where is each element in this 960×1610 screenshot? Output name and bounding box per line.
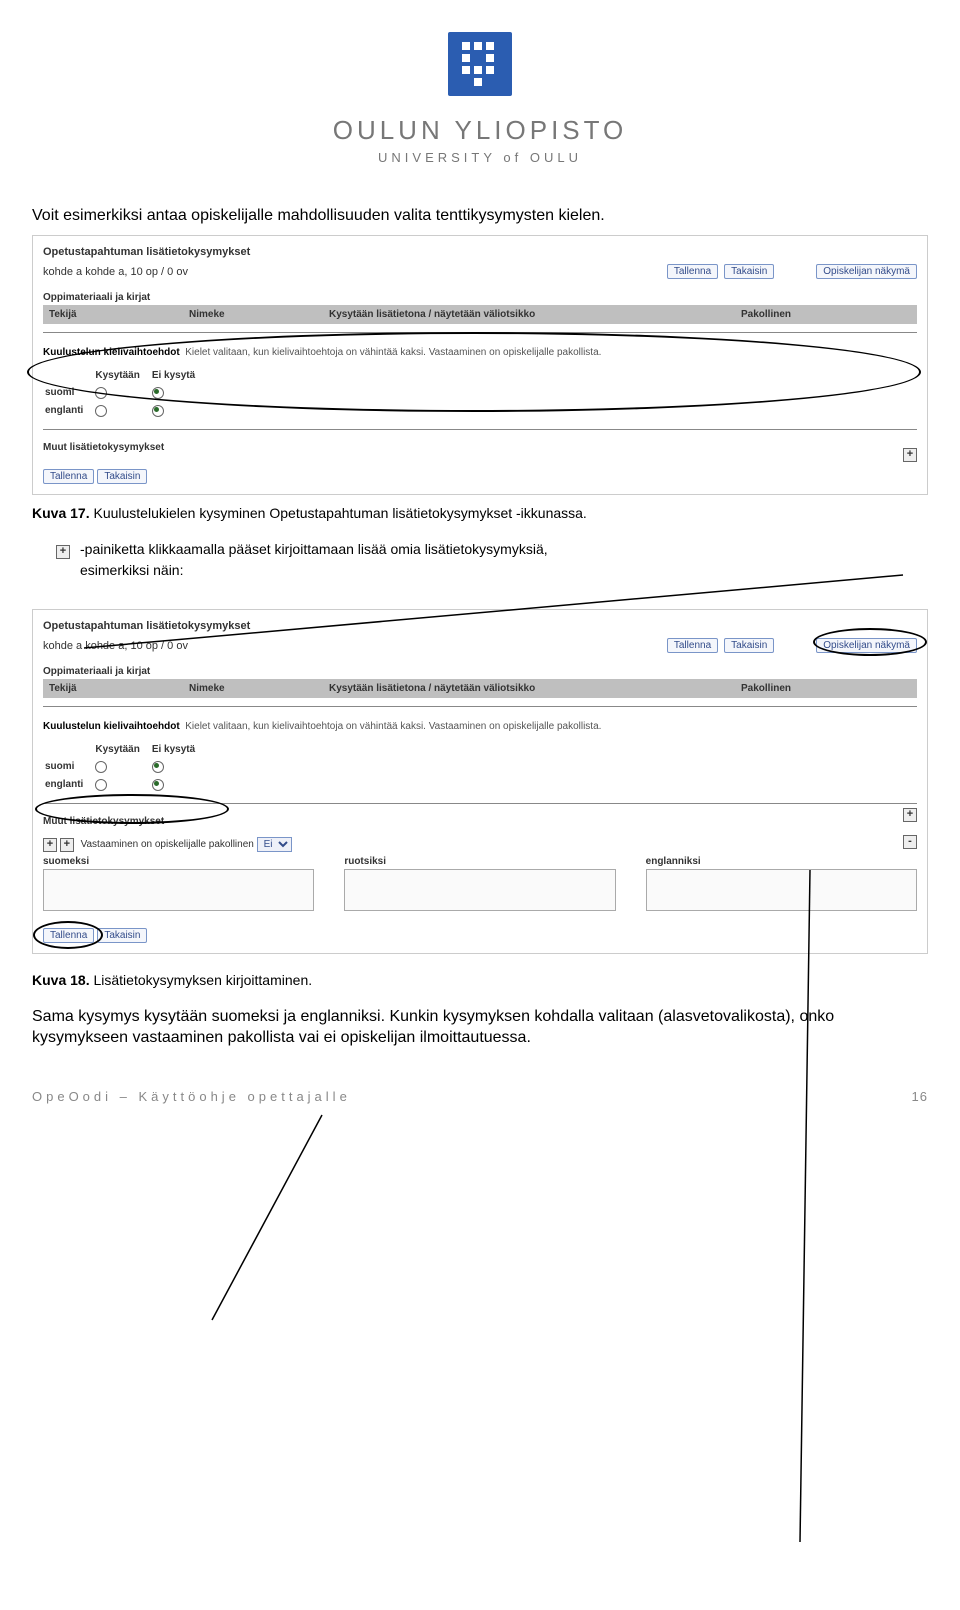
th-nimeke: Nimeke <box>189 309 329 320</box>
screenshot-2: Opetustapahtuman lisätietokysymykset koh… <box>32 609 928 954</box>
oppimateriaali-label: Oppimateriaali ja kirjat <box>43 288 917 305</box>
table-header-row: Tekijä Nimeke Kysytään lisätietona / näy… <box>43 305 917 324</box>
lang-row-suomi-2: suomi <box>45 759 93 775</box>
hdr-kysytaan: Kysytään <box>95 368 149 383</box>
radio-suomi-eikysyta[interactable] <box>152 387 164 399</box>
plus-para-line1: -painiketta klikkaamalla pääset kirjoitt… <box>80 539 548 560</box>
radio-eng-eikysyta-2[interactable] <box>152 779 164 791</box>
caption18-text: Lisätietokysymyksen kirjoittaminen. <box>90 972 313 988</box>
vast-line: Vastaaminen on opiskelijalle pakollinen <box>77 839 254 850</box>
university-logo-block: OULUN YLIOPISTO UNIVERSITY of OULU <box>32 32 928 165</box>
tallenna-button-bottom[interactable]: Tallenna <box>43 469 94 484</box>
lang-row-englanti: englanti <box>45 403 93 419</box>
takaisin-button-2b[interactable]: Takaisin <box>97 928 147 943</box>
plus-small-b[interactable]: + <box>60 838 74 852</box>
lang-row-englanti-2: englanti <box>45 777 93 793</box>
figure-caption-17: Kuva 17. Kuulustelukielen kysyminen Opet… <box>32 505 928 521</box>
hdr-eikysyta-2: Ei kysytä <box>152 742 205 757</box>
kuulu-note-text: Kielet valitaan, kun kielivaihtoehtoja o… <box>185 347 601 358</box>
tallenna-button-2[interactable]: Tallenna <box>667 638 718 653</box>
takaisin-button-2[interactable]: Takaisin <box>724 638 774 653</box>
logo-mark <box>448 32 512 96</box>
kuulu-label: Kuulustelun kielivaihtoehdot <box>43 347 180 358</box>
page-footer: OpeOodi – Käyttöohje opettajalle 16 <box>32 1089 928 1104</box>
kuulu-label-2: Kuulustelun kielivaihtoehdot <box>43 721 180 732</box>
caption17-label: Kuva 17. <box>32 505 90 521</box>
th-pakollinen: Pakollinen <box>741 309 911 320</box>
lbl-ruotsiksi: ruotsiksi <box>344 856 615 869</box>
language-radio-table-2: Kysytään Ei kysytä suomi englanti <box>43 740 207 795</box>
footer-left: OpeOodi – Käyttöohje opettajalle <box>32 1089 351 1104</box>
textarea-suomeksi[interactable] <box>43 869 314 911</box>
muut-lisatieto-label-2: Muut lisätietokysymykset <box>43 812 917 829</box>
figure-caption-18: Kuva 18. Lisätietokysymyksen kirjoittami… <box>32 972 928 988</box>
plus-paragraph: + -painiketta klikkaamalla pääset kirjoi… <box>32 539 928 581</box>
shot2-heading: Opetustapahtuman lisätietokysymykset <box>43 618 917 640</box>
caption17-text: Kuulustelukielen kysyminen Opetustapahtu… <box>90 505 587 521</box>
hdr-eikysyta: Ei kysytä <box>152 368 205 383</box>
th-nimeke-2: Nimeke <box>189 683 329 694</box>
tallenna-button-2b[interactable]: Tallenna <box>43 928 94 943</box>
logo-subtitle: UNIVERSITY of OULU <box>32 150 928 165</box>
table-header-row-2: Tekijä Nimeke Kysytään lisätietona / näy… <box>43 679 917 698</box>
plus-button[interactable]: + <box>903 448 917 462</box>
lang-row-suomi: suomi <box>45 385 93 401</box>
th-tekija-2: Tekijä <box>49 683 189 694</box>
radio-eng-kysytaan-2[interactable] <box>95 779 107 791</box>
th-kysytaan: Kysytään lisätietona / näytetään väliots… <box>329 309 741 320</box>
muut-lisatieto-label: Muut lisätietokysymykset <box>43 438 917 455</box>
shot1-heading: Opetustapahtuman lisätietokysymykset <box>43 244 917 266</box>
takaisin-button-bottom[interactable]: Takaisin <box>97 469 147 484</box>
shot1-sub-text: kohde a kohde a, 10 op / 0 ov <box>43 266 188 278</box>
tallenna-button[interactable]: Tallenna <box>667 264 718 279</box>
radio-suomi-kysytaan[interactable] <box>95 387 107 399</box>
kuulu-note-text-2: Kielet valitaan, kun kielivaihtoehtoja o… <box>185 721 601 732</box>
plus-para-line2: esimerkiksi näin: <box>80 560 548 581</box>
minus-button-2[interactable]: - <box>903 835 917 849</box>
pakollinen-select[interactable]: Ei <box>257 837 292 852</box>
th-kysytaan-2: Kysytään lisätietona / näytetään väliots… <box>329 683 741 694</box>
logo-title: OULUN YLIOPISTO <box>32 115 928 146</box>
page-number: 16 <box>912 1089 928 1104</box>
lbl-englanniksi: englanniksi <box>646 856 917 869</box>
screenshot-1: Opetustapahtuman lisätietokysymykset koh… <box>32 235 928 495</box>
lbl-suomeksi: suomeksi <box>43 856 314 869</box>
radio-suomi-kysytaan-2[interactable] <box>95 761 107 773</box>
oppimateriaali-label-2: Oppimateriaali ja kirjat <box>43 662 917 679</box>
hdr-kysytaan-2: Kysytään <box>95 742 149 757</box>
radio-eng-eikysyta[interactable] <box>152 405 164 417</box>
language-radio-table: Kysytään Ei kysytä suomi englanti <box>43 366 207 421</box>
opiskelijan-nakyma-button[interactable]: Opiskelijan näkymä <box>816 264 917 279</box>
th-tekija: Tekijä <box>49 309 189 320</box>
textarea-englanniksi[interactable] <box>646 869 917 911</box>
shot2-sub-text: kohde a kohde a, 10 op / 0 ov <box>43 640 188 652</box>
kuulustelu-note: Kuulustelun kielivaihtoehdot Kielet vali… <box>43 341 917 362</box>
plus-icon-inline: + <box>56 545 70 559</box>
radio-suomi-eikysyta-2[interactable] <box>152 761 164 773</box>
intro-paragraph: Voit esimerkiksi antaa opiskelijalle mah… <box>32 205 928 227</box>
th-pakollinen-2: Pakollinen <box>741 683 911 694</box>
caption18-label: Kuva 18. <box>32 972 90 988</box>
opiskelijan-nakyma-button-2[interactable]: Opiskelijan näkymä <box>816 638 917 653</box>
plus-small-a[interactable]: + <box>43 838 57 852</box>
closing-paragraph: Sama kysymys kysytään suomeksi ja englan… <box>32 1006 928 1049</box>
textarea-ruotsiksi[interactable] <box>344 869 615 911</box>
plus-button-2a[interactable]: + <box>903 808 917 822</box>
kuulustelu-note-2: Kuulustelun kielivaihtoehdot Kielet vali… <box>43 715 917 736</box>
radio-eng-kysytaan[interactable] <box>95 405 107 417</box>
takaisin-button[interactable]: Takaisin <box>724 264 774 279</box>
